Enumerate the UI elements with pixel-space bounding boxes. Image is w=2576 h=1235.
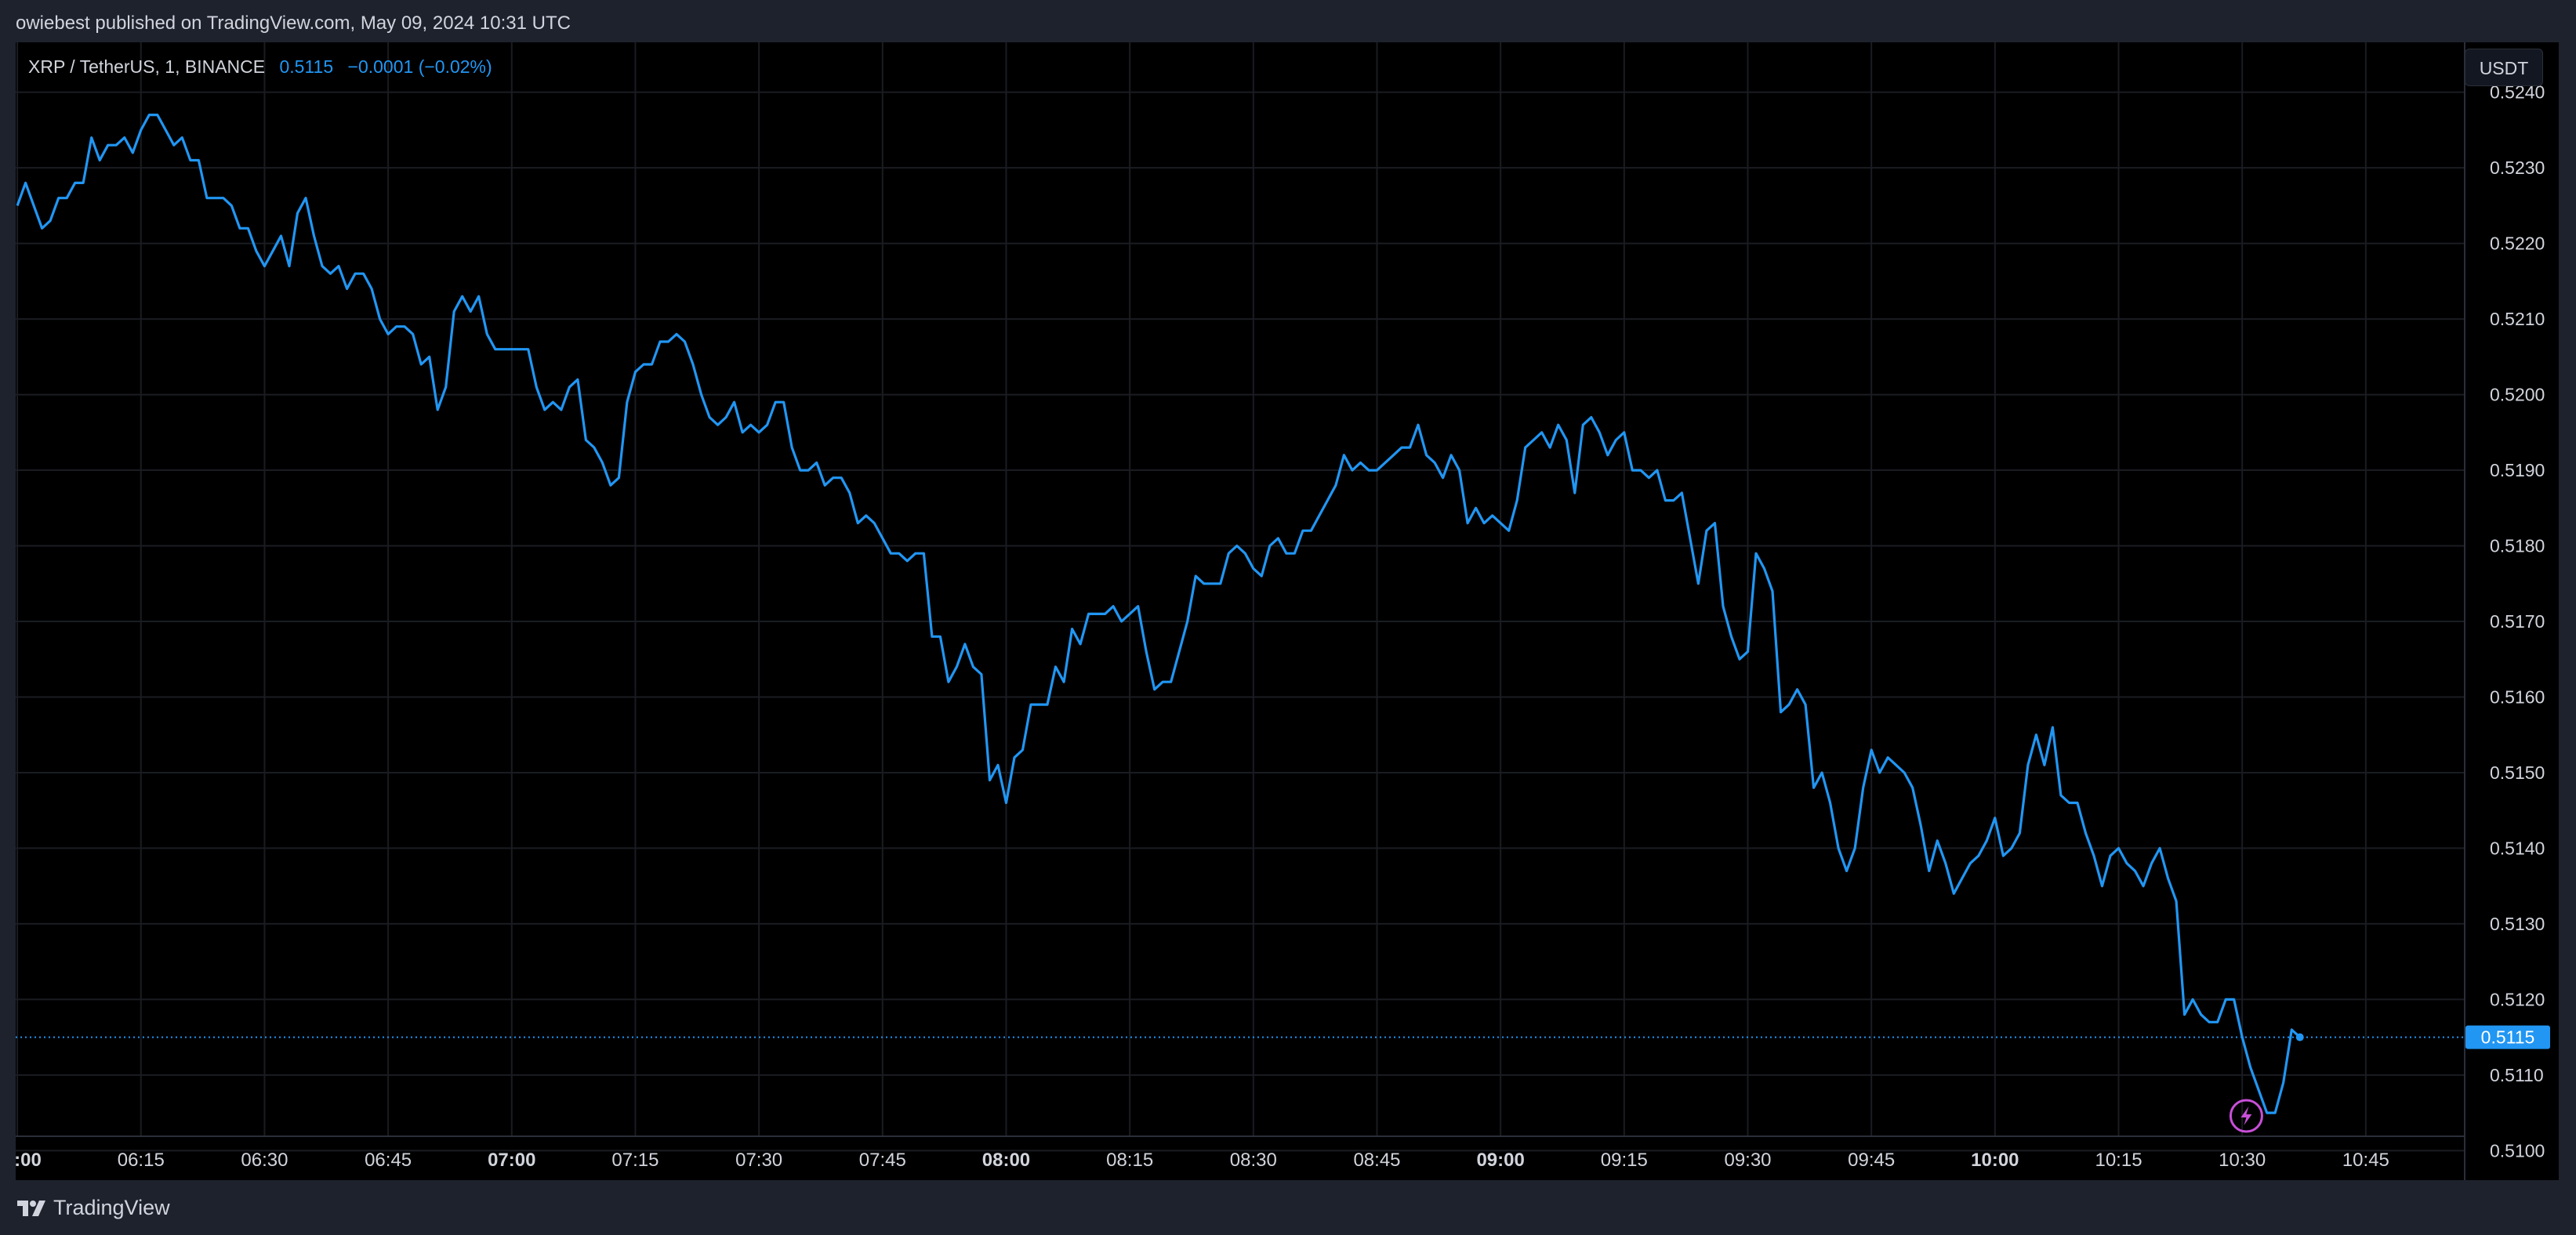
footer-bar: TradingView: [0, 1180, 2576, 1235]
x-tick-label: 06:30: [241, 1150, 288, 1171]
x-tick-label: 10:15: [2095, 1150, 2142, 1171]
y-tick-label: 0.5160: [2490, 686, 2545, 707]
y-tick-label: 0.5220: [2490, 234, 2545, 254]
symbol-legend[interactable]: XRP / TetherUS, 1, BINANCE 0.5115 −0.000…: [28, 56, 492, 78]
x-tick-label: 06:15: [118, 1150, 165, 1171]
x-tick-label: 08:00: [982, 1150, 1030, 1171]
x-tick-label: 07:30: [735, 1150, 782, 1171]
x-tick-label: 06:45: [365, 1150, 412, 1171]
x-tick-label: 09:00: [1476, 1150, 1524, 1171]
last-point-marker: [2295, 1033, 2304, 1041]
y-tick-label: 0.5120: [2490, 989, 2545, 1009]
x-tick-label: 10:45: [2342, 1150, 2389, 1171]
x-tick-label: 10:00: [1971, 1150, 2019, 1171]
tradingview-brand[interactable]: TradingView: [16, 1196, 170, 1220]
x-tick-label: 08:45: [1353, 1150, 1400, 1171]
brand-name: TradingView: [53, 1196, 170, 1219]
x-tick-label: 09:30: [1724, 1150, 1771, 1171]
y-tick-label: 0.5110: [2490, 1065, 2544, 1085]
chart-area[interactable]: 0.5240 0.5230 0.5220 0.5210 0.5200 0.5190 0.51…: [16, 42, 2559, 1180]
x-tick-label: 08:30: [1230, 1150, 1277, 1171]
legend-change: −0.0001 (−0.02%): [347, 56, 492, 77]
y-tick-label: 0.5140: [2490, 838, 2545, 858]
y-tick-label: 0.5190: [2490, 460, 2545, 480]
y-tick-label: 0.5130: [2490, 914, 2545, 934]
x-tick-label: 07:15: [611, 1150, 659, 1171]
legend-price: 0.5115: [279, 56, 334, 77]
x-tick-label: 08:15: [1106, 1150, 1153, 1171]
header-bar: owiebest published on TradingView.com, M…: [0, 0, 2576, 42]
x-tick-label: 09:45: [1848, 1150, 1895, 1171]
y-tick-label: 0.5180: [2490, 536, 2545, 556]
tradingview-logo-icon: [17, 1200, 45, 1216]
y-tick-label: 0.5230: [2490, 158, 2545, 178]
currency-button[interactable]: USDT: [2465, 49, 2543, 86]
y-tick-label: 0.5200: [2490, 385, 2545, 405]
x-tick-label: 07:00: [488, 1150, 535, 1171]
x-tick-label: 06:00: [16, 1150, 42, 1171]
last-price-badge-label: 0.5115: [2481, 1027, 2535, 1048]
x-tick-label: 10:30: [2219, 1150, 2266, 1171]
x-tick-label: 09:15: [1601, 1150, 1648, 1171]
symbol-name: XRP / TetherUS, 1, BINANCE: [28, 56, 266, 77]
y-tick-label: 0.5170: [2490, 611, 2545, 632]
y-tick-label: 0.5210: [2490, 309, 2545, 329]
price-chart[interactable]: 0.52400.52300.52200.52100.52000.51900.51…: [16, 42, 2559, 1180]
publish-info: owiebest published on TradingView.com, M…: [16, 13, 571, 34]
y-tick-label: 0.5150: [2490, 762, 2545, 783]
x-tick-label: 07:45: [859, 1150, 906, 1171]
chart-background: [16, 42, 2559, 1180]
y-tick-label: 0.5100: [2490, 1140, 2545, 1161]
